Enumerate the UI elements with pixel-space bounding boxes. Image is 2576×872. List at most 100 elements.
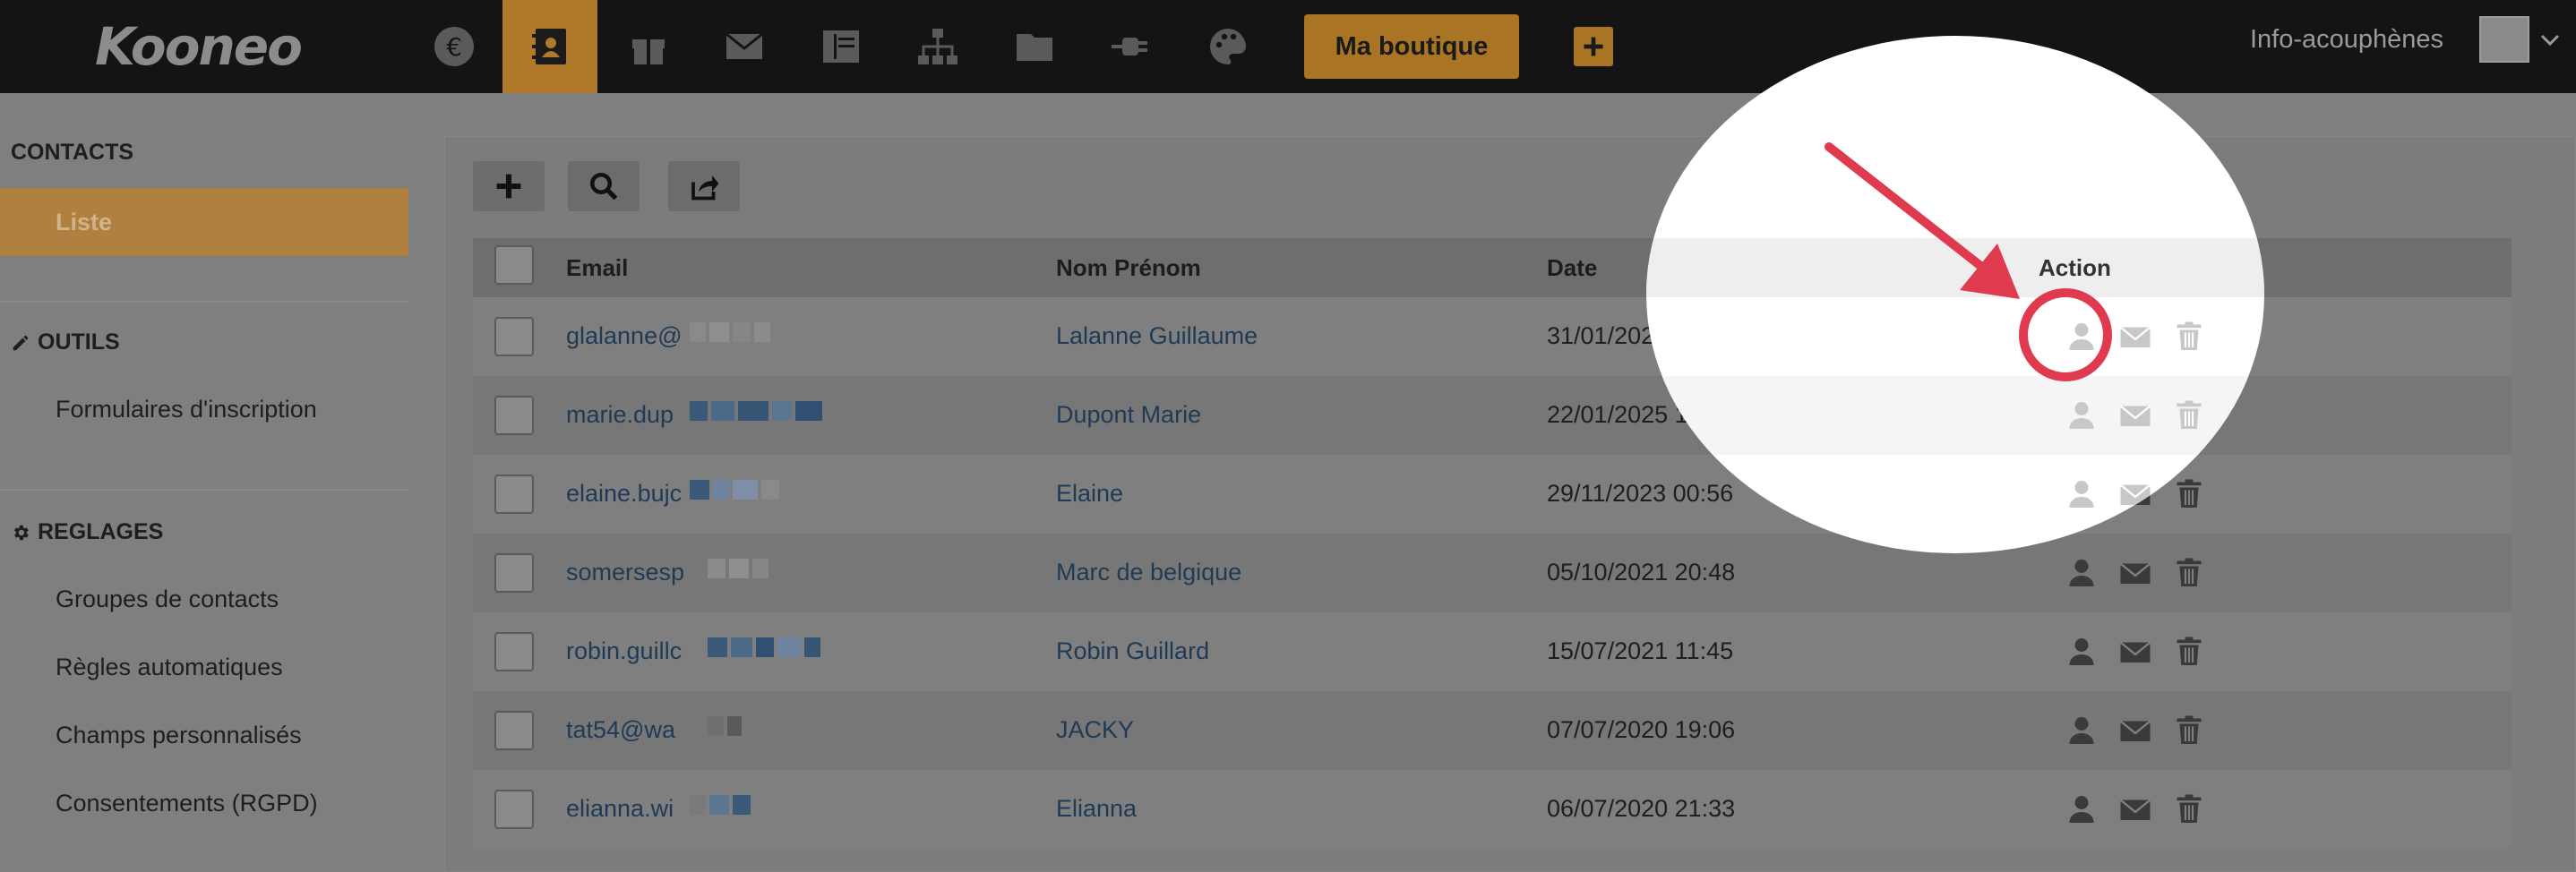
spotlight-row — [1646, 376, 2264, 455]
table-row: elianna.wi Elianna 06/07/2020 21:33 — [473, 770, 2512, 849]
view-contact-icon[interactable] — [2065, 636, 2098, 668]
row-checkbox[interactable] — [494, 474, 534, 514]
divider — [0, 301, 408, 303]
row-checkbox[interactable] — [494, 632, 534, 671]
send-email-icon[interactable] — [2119, 793, 2151, 825]
delete-contact-icon[interactable] — [2173, 714, 2205, 747]
row-checkbox[interactable] — [494, 317, 534, 356]
delete-contact-icon[interactable] — [2173, 321, 2205, 353]
column-name[interactable]: Nom Prénom — [1056, 254, 1201, 282]
contact-email[interactable]: marie.dup — [566, 401, 674, 429]
envelope-icon[interactable] — [697, 0, 792, 93]
columns-icon[interactable] — [794, 0, 889, 93]
contact-name[interactable]: Robin Guillard — [1056, 637, 1209, 665]
contact-date: 15/07/2021 11:45 — [1547, 637, 1734, 664]
spotlight-overlay: Action — [1646, 36, 2264, 553]
delete-contact-icon[interactable] — [2173, 793, 2205, 825]
contact-email[interactable]: robin.guillc — [566, 637, 682, 665]
row-checkbox[interactable] — [494, 553, 534, 593]
redacted-email-blur — [690, 322, 774, 342]
spotlight-column-action: Action — [2039, 254, 2111, 281]
sidebar-item-consentements[interactable]: Consentements (RGPD) — [56, 790, 318, 817]
delete-contact-icon[interactable] — [2173, 399, 2205, 432]
divider — [0, 489, 408, 491]
contact-date: 06/07/2020 21:33 — [1547, 795, 1736, 822]
delete-contact-icon[interactable] — [2173, 478, 2205, 510]
view-contact-icon[interactable] — [2065, 557, 2098, 589]
palette-icon[interactable] — [1181, 0, 1275, 93]
redacted-email-blur — [708, 637, 824, 657]
view-contact-icon[interactable] — [2065, 399, 2098, 432]
contact-email[interactable]: tat54@wa — [566, 716, 675, 744]
contact-email[interactable]: glalanne@ — [566, 322, 683, 350]
row-checkbox[interactable] — [494, 396, 534, 435]
euro-icon[interactable]: € — [407, 0, 502, 93]
contact-email[interactable]: elianna.wi — [566, 795, 674, 823]
sidebar-item-formulaires[interactable]: Formulaires d'inscription — [56, 396, 317, 423]
contacts-book-icon[interactable] — [502, 0, 597, 93]
gear-icon — [14, 525, 29, 540]
contact-name[interactable]: Elaine — [1056, 480, 1123, 508]
chevron-down-icon[interactable] — [2540, 34, 2560, 47]
account-name[interactable]: Info-acouphènes — [2250, 25, 2443, 55]
add-contact-button[interactable] — [473, 161, 545, 211]
delete-contact-icon[interactable] — [2173, 636, 2205, 668]
table-row: tat54@wa JACKY 07/07/2020 19:06 — [473, 691, 2512, 770]
send-email-icon[interactable] — [2119, 714, 2151, 747]
tools-heading: OUTILS — [11, 329, 120, 355]
view-contact-icon[interactable] — [2065, 793, 2098, 825]
row-checkbox[interactable] — [494, 790, 534, 829]
contacts-heading: CONTACTS — [11, 140, 134, 165]
row-checkbox[interactable] — [494, 711, 534, 750]
contact-email[interactable]: elaine.bujc — [566, 480, 682, 508]
plug-icon[interactable] — [1084, 0, 1179, 93]
table-row: robin.guillc Robin Guillard 15/07/2021 11:… — [473, 612, 2512, 691]
delete-contact-icon[interactable] — [2173, 557, 2205, 589]
column-email[interactable]: Email — [566, 254, 628, 282]
avatar[interactable] — [2479, 16, 2529, 63]
folder-icon[interactable] — [987, 0, 1082, 93]
sidebar-item-groupes[interactable]: Groupes de contacts — [56, 586, 279, 613]
tools-heading-label: OUTILS — [38, 329, 120, 355]
sidebar: CONTACTS Liste OUTILS Formulaires d'insc… — [0, 93, 421, 872]
gift-icon[interactable] — [601, 0, 696, 93]
contact-email[interactable]: somersesp — [566, 559, 684, 586]
contact-name[interactable]: Lalanne Guillaume — [1056, 322, 1258, 350]
search-button[interactable] — [568, 161, 640, 211]
send-email-icon[interactable] — [2119, 636, 2151, 668]
column-date[interactable]: Date — [1547, 254, 1597, 282]
send-email-icon[interactable] — [2119, 399, 2151, 432]
share-icon — [691, 175, 719, 201]
view-contact-icon[interactable] — [2065, 478, 2098, 510]
svg-text:€: € — [446, 32, 462, 62]
pencil-icon — [13, 335, 29, 350]
shop-button[interactable]: Ma boutique — [1304, 14, 1519, 79]
settings-heading-label: REGLAGES — [38, 519, 164, 544]
send-email-icon[interactable] — [2119, 557, 2151, 589]
select-all-checkbox[interactable] — [494, 245, 534, 285]
redacted-email-blur — [708, 716, 745, 736]
create-plus-button[interactable] — [1574, 27, 1613, 66]
plus-icon — [1584, 37, 1603, 56]
contact-name[interactable]: Elianna — [1056, 795, 1137, 823]
contact-date: 05/10/2021 20:48 — [1547, 559, 1736, 586]
redacted-email-blur — [708, 559, 772, 578]
kooneo-logo[interactable]: Kooneo — [95, 16, 303, 77]
sidebar-item-regles[interactable]: Règles automatiques — [56, 654, 283, 681]
contact-name[interactable]: JACKY — [1056, 716, 1134, 744]
view-contact-icon[interactable] — [2065, 714, 2098, 747]
export-button[interactable] — [668, 161, 740, 211]
sidebar-item-champs[interactable]: Champs personnalisés — [56, 722, 302, 749]
sidebar-item-liste[interactable]: Liste — [0, 188, 408, 256]
contact-name[interactable]: Marc de belgique — [1056, 559, 1241, 586]
send-email-icon[interactable] — [2119, 321, 2151, 353]
redacted-email-blur — [690, 480, 783, 500]
contact-name[interactable]: Dupont Marie — [1056, 401, 1201, 429]
highlight-ring — [2019, 288, 2112, 381]
send-email-icon[interactable] — [2119, 478, 2151, 510]
sitemap-icon[interactable] — [890, 0, 985, 93]
settings-heading: REGLAGES — [11, 519, 163, 545]
plus-icon — [496, 174, 521, 199]
search-icon — [590, 173, 618, 201]
contact-date: 07/07/2020 19:06 — [1547, 716, 1736, 743]
